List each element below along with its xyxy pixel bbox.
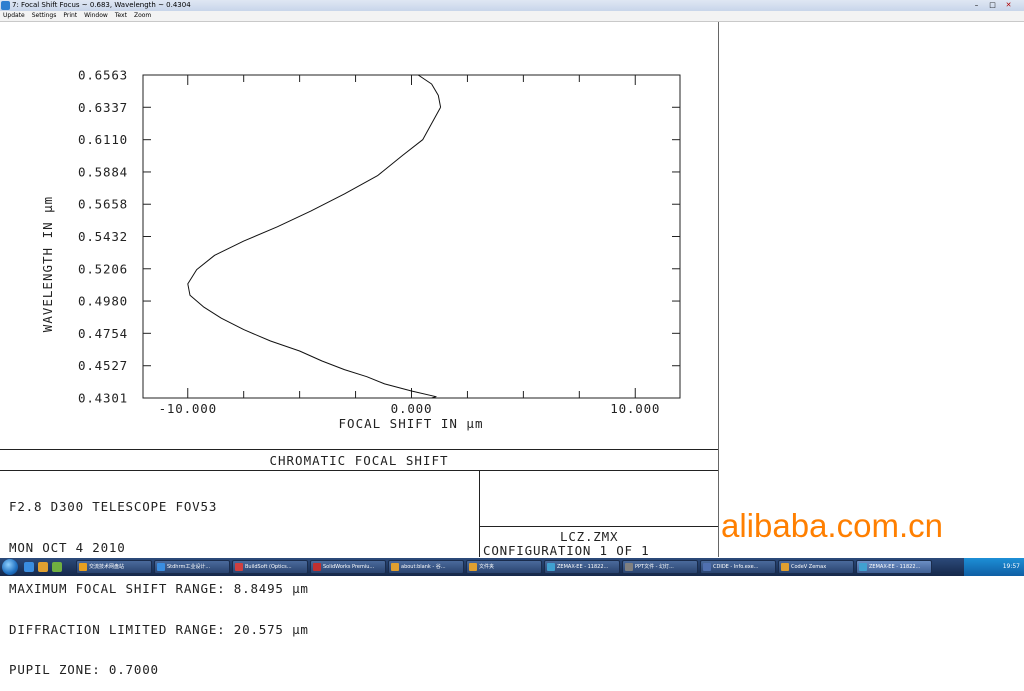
y-tick-label: 0.4980 bbox=[78, 294, 128, 309]
taskbar-button-label: ZEMAX-EE - 11822... bbox=[557, 564, 609, 570]
taskbar-app-icon bbox=[313, 563, 321, 571]
taskbar-app-icon bbox=[235, 563, 243, 571]
taskbar-button-2[interactable]: BuildSoft (Optics... bbox=[232, 560, 308, 574]
taskbar-button-5[interactable]: 文件夹 bbox=[466, 560, 542, 574]
taskbar-button-label: CodeV Zemax bbox=[791, 564, 827, 570]
config-file-name: LCZ.ZMX bbox=[560, 529, 619, 544]
taskbar-button-10[interactable]: ZEMAX-EE - 11822... bbox=[856, 560, 932, 574]
info-box-divider bbox=[479, 470, 480, 557]
plot-frame bbox=[142, 74, 681, 399]
menu-update[interactable]: Update bbox=[3, 11, 25, 21]
x-tick-label: -10.000 bbox=[159, 401, 217, 416]
focal-shift-curve-1 bbox=[417, 74, 442, 108]
media-icon[interactable] bbox=[52, 562, 62, 572]
menu-zoom[interactable]: Zoom bbox=[134, 11, 151, 21]
taskbar-button-label: Stdhrm工业设计... bbox=[167, 564, 211, 570]
info-pupil-zone: PUPIL ZONE: 0.7000 bbox=[9, 662, 159, 678]
menu-print[interactable]: Print bbox=[63, 11, 77, 21]
taskbar-app-icon bbox=[469, 563, 477, 571]
ie-icon[interactable] bbox=[24, 562, 34, 572]
menu-text[interactable]: Text bbox=[115, 11, 127, 21]
taskbar: 交流技术网盘站 Stdhrm工业设计... BuildSoft (Optics...… bbox=[0, 558, 1024, 576]
config-box-top-line bbox=[479, 526, 718, 527]
taskbar-button-label: PPT文件 - 幻灯... bbox=[635, 564, 674, 570]
taskbar-button-label: BuildSoft (Optics... bbox=[245, 564, 292, 570]
info-max-focal-shift: MAXIMUM FOCAL SHIFT RANGE: 8.8495 μm bbox=[9, 580, 309, 596]
info-lens-title: F2.8 D300 TELESCOPE FOV53 bbox=[9, 499, 218, 515]
info-date: MON OCT 4 2010 bbox=[9, 539, 126, 555]
taskbar-app-icon bbox=[859, 563, 867, 571]
info-box-top-line bbox=[0, 470, 718, 471]
y-tick-label: 0.6110 bbox=[78, 132, 128, 147]
minimize-button[interactable]: – bbox=[972, 1, 981, 9]
taskbar-app-icon bbox=[781, 563, 789, 571]
chart-title: CHROMATIC FOCAL SHIFT bbox=[269, 453, 448, 468]
info-panel: F2.8 D300 TELESCOPE FOV53 MON OCT 4 2010… bbox=[9, 473, 309, 691]
window-title: 7: Focal Shift Focus ~ 0.683, Wavelength… bbox=[12, 1, 191, 9]
x-tick-label: 10.000 bbox=[610, 401, 660, 416]
y-tick-label: 0.4754 bbox=[78, 326, 128, 341]
taskbar-button-9[interactable]: CodeV Zemax bbox=[778, 560, 854, 574]
focal-shift-curve-0 bbox=[187, 107, 442, 399]
taskbar-app-icon bbox=[391, 563, 399, 571]
taskbar-button-label: 交流技术网盘站 bbox=[89, 564, 125, 570]
x-tick-label: 0.000 bbox=[391, 401, 433, 416]
taskbar-button-1[interactable]: Stdhrm工业设计... bbox=[154, 560, 230, 574]
y-tick-label: 0.4301 bbox=[78, 391, 128, 406]
taskbar-app-icon bbox=[79, 563, 87, 571]
taskbar-app-icon bbox=[157, 563, 165, 571]
taskbar-button-label: CDIDE - Info.exe... bbox=[713, 564, 759, 570]
y-tick-label: 0.6337 bbox=[78, 100, 128, 115]
info-diffraction-range: DIFFRACTION LIMITED RANGE: 20.575 μm bbox=[9, 621, 309, 637]
clock: 19:57 bbox=[1002, 563, 1020, 570]
close-button[interactable]: ✕ bbox=[1004, 1, 1013, 9]
taskbar-button-6[interactable]: ZEMAX-EE - 11822... bbox=[544, 560, 620, 574]
config-number: CONFIGURATION 1 OF 1 bbox=[483, 543, 650, 558]
menu-bar: Update Settings Print Window Text Zoom bbox=[0, 11, 1024, 22]
taskbar-button-3[interactable]: SolidWorks Premiu... bbox=[310, 560, 386, 574]
y-axis-label: WAVELENGTH IN μm bbox=[40, 196, 55, 332]
taskbar-button-label: SolidWorks Premiu... bbox=[323, 564, 375, 570]
taskbar-app-icon bbox=[547, 563, 555, 571]
y-tick-label: 0.4527 bbox=[78, 358, 128, 373]
taskbar-button-7[interactable]: PPT文件 - 幻灯... bbox=[622, 560, 698, 574]
taskbar-app-icon bbox=[703, 563, 711, 571]
x-axis-label: FOCAL SHIFT IN μm bbox=[339, 416, 484, 431]
zemax-app-icon bbox=[1, 1, 10, 10]
y-tick-label: 0.5658 bbox=[78, 197, 128, 212]
taskbar-button-4[interactable]: about:blank - 谷... bbox=[388, 560, 464, 574]
menu-window[interactable]: Window bbox=[84, 11, 108, 21]
y-tick-label: 0.5206 bbox=[78, 261, 128, 276]
y-tick-label: 0.5884 bbox=[78, 164, 128, 179]
maximize-button[interactable]: □ bbox=[988, 1, 997, 9]
title-separator-line bbox=[0, 449, 718, 450]
watermark-text: alibaba.com.cn bbox=[721, 507, 943, 544]
taskbar-button-label: ZEMAX-EE - 11822... bbox=[869, 564, 921, 570]
y-tick-label: 0.6563 bbox=[78, 68, 128, 83]
folder-icon[interactable] bbox=[38, 562, 48, 572]
taskbar-app-icon bbox=[625, 563, 633, 571]
taskbar-button-8[interactable]: CDIDE - Info.exe... bbox=[700, 560, 776, 574]
y-tick-label: 0.5432 bbox=[78, 229, 128, 244]
taskbar-button-label: about:blank - 谷... bbox=[401, 564, 446, 570]
menu-settings[interactable]: Settings bbox=[32, 11, 57, 21]
start-button[interactable] bbox=[2, 559, 18, 575]
taskbar-button-0[interactable]: 交流技术网盘站 bbox=[76, 560, 152, 574]
system-tray: 19:57 bbox=[964, 558, 1024, 576]
taskbar-button-label: 文件夹 bbox=[479, 564, 495, 570]
